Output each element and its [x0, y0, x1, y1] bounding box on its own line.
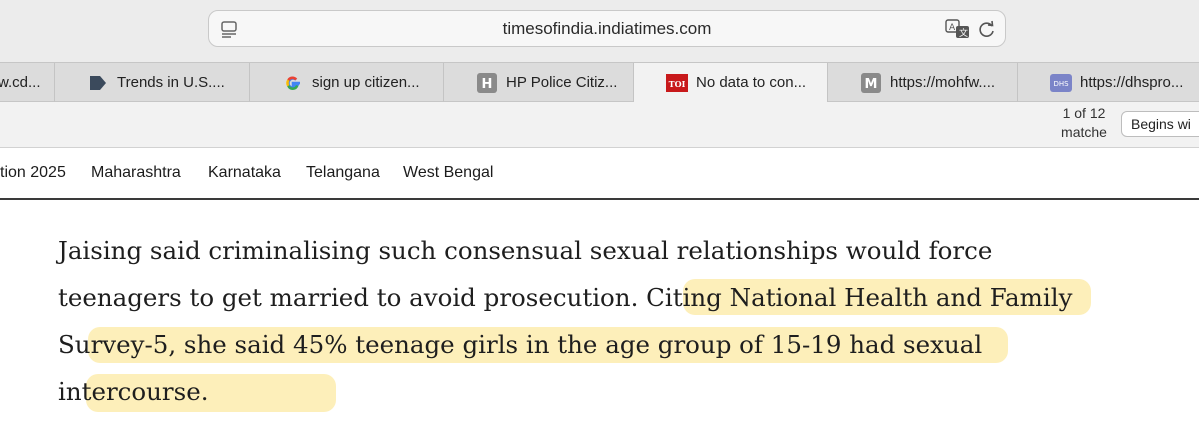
tab-dhs[interactable]: DHS https://dhspro... — [1018, 63, 1199, 102]
toi-icon: TOI — [666, 73, 688, 92]
m-icon-text: M — [865, 77, 878, 92]
tab-partial[interactable]: w.cd... — [0, 63, 55, 102]
arrow-tag-icon — [90, 75, 106, 90]
tab-label: w.cd... — [0, 74, 41, 91]
nav-item-election[interactable]: tion 2025 — [0, 164, 66, 182]
tab-label: HP Police Citiz... — [506, 74, 618, 91]
tab-label: Trends in U.S.... — [117, 74, 225, 91]
match-count-line1: 1 of 12 — [1062, 105, 1106, 121]
tab-hp-police[interactable]: H HP Police Citiz... — [444, 63, 634, 102]
nav-item-maharashtra[interactable]: Maharashtra — [91, 164, 181, 182]
tab-google-search[interactable]: sign up citizen... — [250, 63, 444, 102]
toi-icon-text: TOI — [669, 79, 686, 89]
tab-label: https://dhspro... — [1080, 74, 1184, 91]
reload-icon[interactable] — [977, 19, 997, 39]
h-icon: H — [477, 72, 497, 93]
h-icon-text: H — [482, 77, 493, 92]
tab-trends-in-us[interactable]: Trends in U.S.... — [55, 63, 250, 102]
tab-bar: w.cd... Trends in U.S.... sign up citize… — [0, 62, 1199, 102]
dhs-icon: DHS — [1050, 73, 1072, 92]
nav-item-telangana[interactable]: Telangana — [306, 164, 380, 182]
tab-label: sign up citizen... — [312, 74, 420, 91]
article-line: Jaising said criminalising such consensu… — [58, 236, 993, 265]
match-count: 1 of 12 matche — [1044, 104, 1124, 142]
google-icon — [286, 76, 300, 90]
article-line: intercourse. — [58, 377, 209, 406]
tab-label: https://mohfw.... — [890, 74, 996, 91]
m-icon: M — [861, 72, 881, 93]
svg-text:A: A — [949, 23, 956, 33]
svg-text:文: 文 — [959, 27, 968, 39]
site-nav: tion 2025 Maharashtra Karnataka Telangan… — [0, 148, 1199, 200]
find-bar: 1 of 12 matche Begins wi — [0, 102, 1199, 148]
translate-icon[interactable]: A 文 — [945, 18, 971, 40]
begins-with-dropdown[interactable]: Begins wi — [1121, 111, 1199, 137]
nav-item-karnataka[interactable]: Karnataka — [208, 164, 281, 182]
article-body: Jaising said criminalising such consensu… — [58, 227, 1178, 415]
dhs-icon-text: DHS — [1053, 80, 1069, 88]
match-count-line2: matche — [1061, 124, 1107, 140]
address-url[interactable]: timesofindia.indiatimes.com — [209, 19, 1005, 39]
address-bar[interactable]: timesofindia.indiatimes.com A 文 — [208, 10, 1006, 47]
article-line: teenagers to get married to avoid prosec… — [58, 283, 1073, 312]
article-line: Survey-5, she said 45% teenage girls in … — [58, 330, 983, 359]
tab-times-of-india[interactable]: TOI No data to con... — [634, 63, 828, 102]
nav-item-west-bengal[interactable]: West Bengal — [403, 164, 493, 182]
tab-mohfw[interactable]: M https://mohfw.... — [828, 63, 1018, 102]
browser-toolbar: timesofindia.indiatimes.com A 文 — [0, 0, 1199, 62]
tab-label: No data to con... — [696, 74, 807, 91]
